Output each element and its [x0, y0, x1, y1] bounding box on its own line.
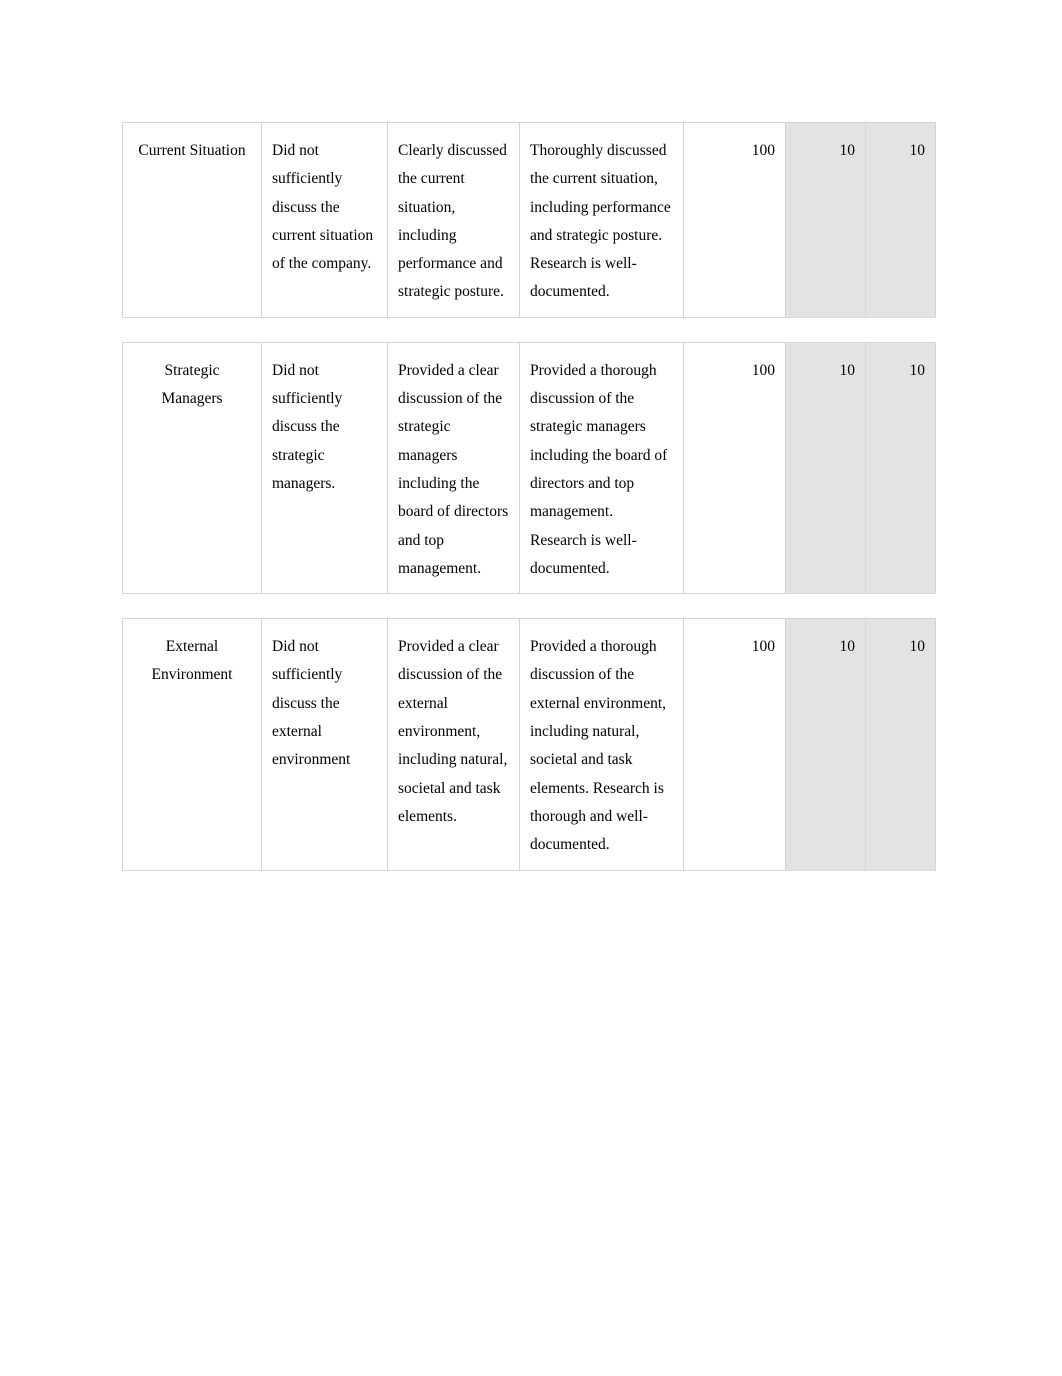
row-spacer-cell	[786, 317, 866, 342]
criterion-cell: Strategic Managers	[122, 341, 262, 595]
level-exceeds-text: Thoroughly discussed the current situati…	[530, 142, 671, 301]
level-meets-cell: Provided a clear discussion of the strat…	[388, 341, 520, 595]
level-below-cell: Did not sufficiently discuss the externa…	[262, 618, 388, 871]
level-exceeds-cell: Provided a thorough discussion of the ex…	[520, 618, 684, 871]
criterion-label: External Environment	[151, 638, 233, 684]
row-spacer-cell	[684, 594, 786, 619]
score-cell: 100	[684, 122, 786, 318]
row-spacer-cell	[122, 594, 262, 619]
score-value: 100	[751, 361, 775, 379]
weight-cell: 10	[786, 618, 866, 871]
level-below-cell: Did not sufficiently discuss the strateg…	[262, 341, 388, 595]
row-spacer-cell	[786, 594, 866, 619]
level-below-text: Did not sufficiently discuss the current…	[272, 142, 374, 273]
row-spacer	[122, 594, 936, 619]
row-spacer-cell	[866, 594, 936, 619]
criterion-label: Strategic Managers	[161, 361, 223, 408]
row-spacer-cell	[520, 594, 684, 619]
row-spacer	[122, 317, 936, 342]
weight-value: 10	[839, 361, 856, 379]
rubric-table: Current Situation Did not sufficiently d…	[122, 122, 936, 871]
row-spacer-cell	[866, 317, 936, 342]
points-cell: 10	[866, 341, 936, 595]
row-spacer-cell	[262, 594, 388, 619]
weight-cell: 10	[786, 341, 866, 595]
row-spacer-cell	[388, 594, 520, 619]
points-value: 10	[909, 638, 926, 656]
weight-value: 10	[839, 142, 856, 159]
points-value: 10	[909, 361, 926, 379]
row-spacer-cell	[520, 317, 684, 342]
level-meets-text: Provided a clear discussion of the exter…	[398, 638, 508, 825]
level-meets-cell: Provided a clear discussion of the exter…	[388, 618, 520, 871]
rubric-table-container: Current Situation Did not sufficiently d…	[122, 122, 936, 871]
score-value: 100	[751, 142, 775, 159]
criterion-label: Current Situation	[138, 142, 246, 159]
level-meets-text: Clearly discussed the current situation,…	[398, 142, 507, 301]
score-value: 100	[751, 638, 775, 656]
level-meets-text: Provided a clear discussion of the strat…	[398, 361, 509, 577]
weight-value: 10	[839, 638, 856, 656]
criterion-cell: External Environment	[122, 618, 262, 871]
row-spacer-cell	[122, 317, 262, 342]
row-spacer-cell	[388, 317, 520, 342]
table-row: Current Situation Did not sufficiently d…	[122, 122, 936, 318]
row-spacer-cell	[262, 317, 388, 342]
level-below-text: Did not sufficiently discuss the strateg…	[272, 361, 343, 492]
points-cell: 10	[866, 618, 936, 871]
table-row: External Environment Did not sufficientl…	[122, 618, 936, 871]
table-row: Strategic Managers Did not sufficiently …	[122, 341, 936, 595]
level-meets-cell: Clearly discussed the current situation,…	[388, 122, 520, 318]
weight-cell: 10	[786, 122, 866, 318]
document-page: Current Situation Did not sufficiently d…	[0, 0, 1062, 1376]
rubric-table-body: Current Situation Did not sufficiently d…	[122, 122, 936, 871]
score-cell: 100	[684, 341, 786, 595]
points-cell: 10	[866, 122, 936, 318]
level-below-text: Did not sufficiently discuss the externa…	[272, 638, 351, 769]
level-exceeds-cell: Thoroughly discussed the current situati…	[520, 122, 684, 318]
level-exceeds-text: Provided a thorough discussion of the st…	[530, 361, 668, 577]
criterion-cell: Current Situation	[122, 122, 262, 318]
level-below-cell: Did not sufficiently discuss the current…	[262, 122, 388, 318]
score-cell: 100	[684, 618, 786, 871]
level-exceeds-cell: Provided a thorough discussion of the st…	[520, 341, 684, 595]
points-value: 10	[909, 142, 926, 159]
row-spacer-cell	[684, 317, 786, 342]
level-exceeds-text: Provided a thorough discussion of the ex…	[530, 638, 667, 854]
